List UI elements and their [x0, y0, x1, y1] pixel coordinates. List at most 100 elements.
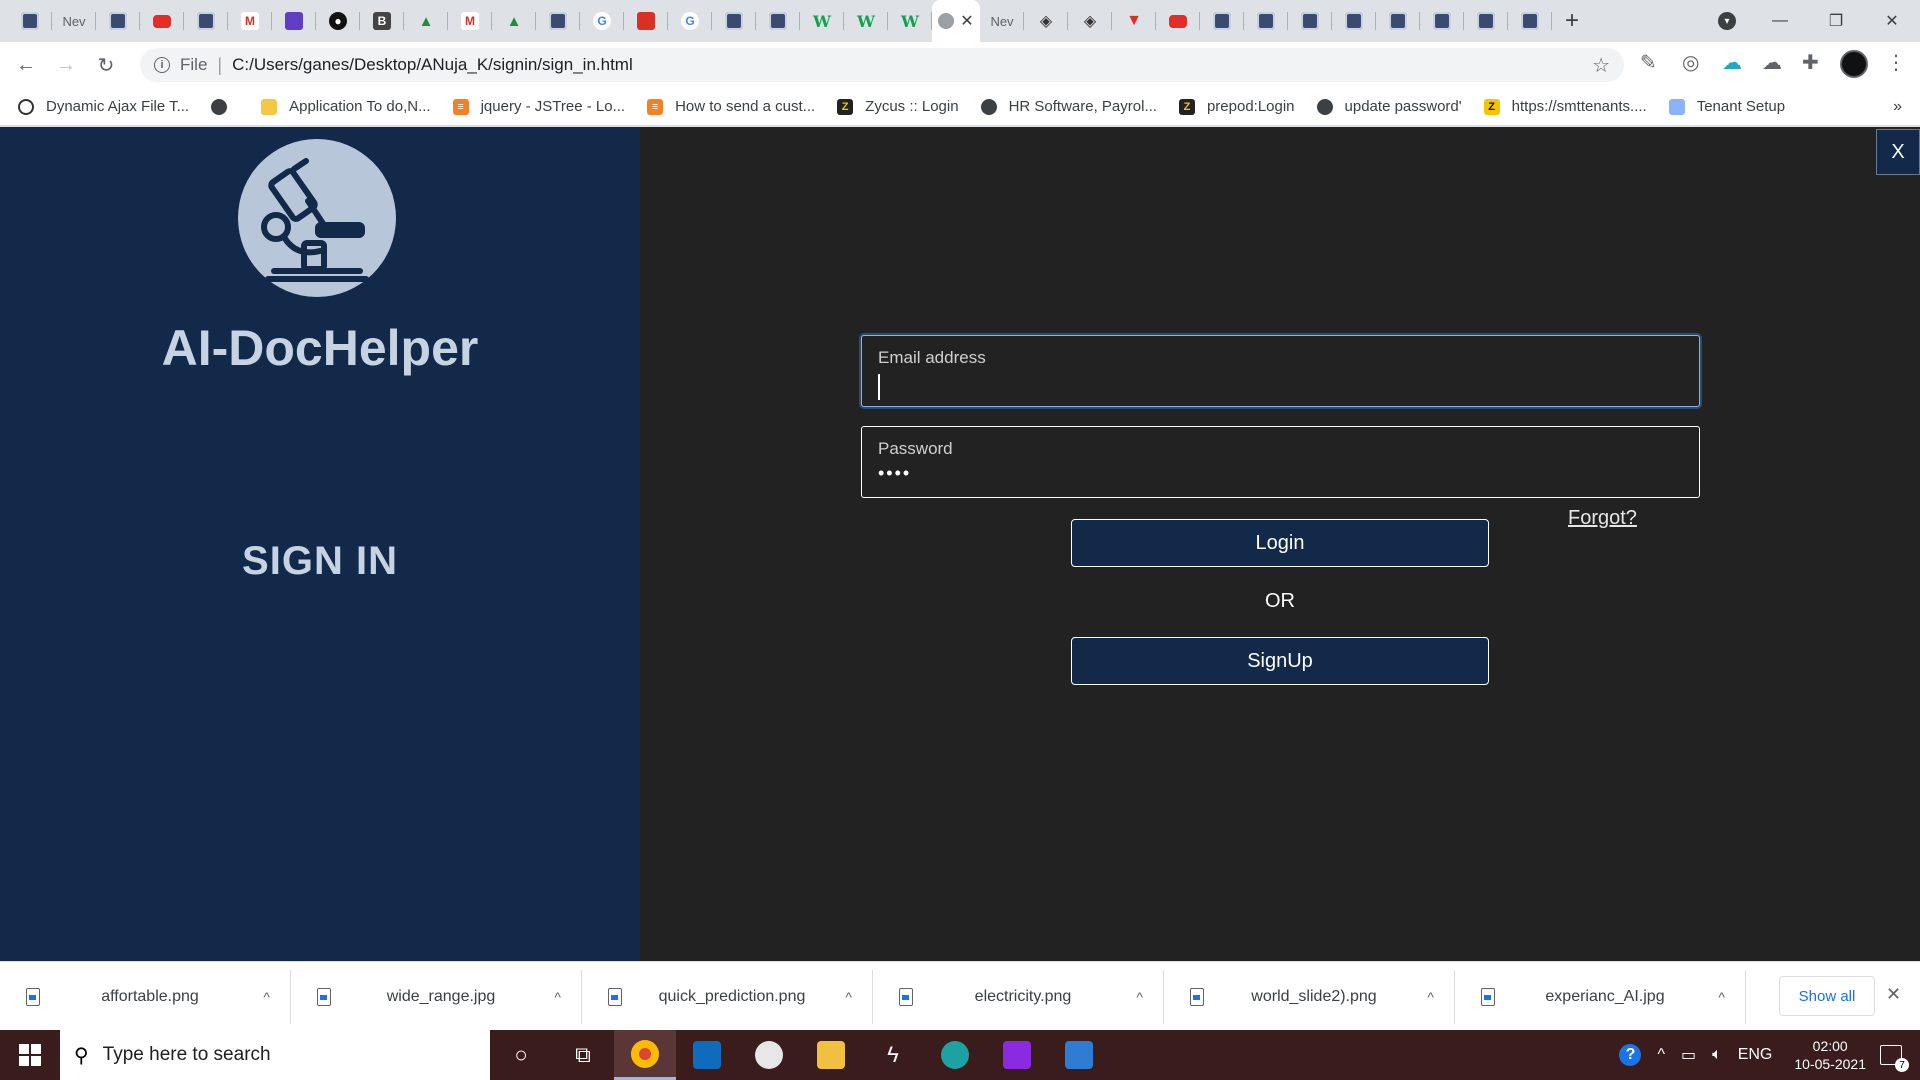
- browser-tab[interactable]: [1156, 0, 1200, 42]
- browser-tab[interactable]: ◈: [1024, 0, 1068, 42]
- browser-tab[interactable]: [624, 0, 668, 42]
- browser-tab[interactable]: ▼: [1112, 0, 1156, 42]
- start-button[interactable]: [0, 1030, 60, 1080]
- tab-search-icon[interactable]: ▾: [1718, 12, 1736, 30]
- browser-tab[interactable]: [1508, 0, 1552, 42]
- paint-taskbar-icon[interactable]: [738, 1030, 800, 1080]
- back-icon[interactable]: ←: [6, 54, 46, 77]
- password-field[interactable]: Password ••••: [861, 426, 1700, 498]
- task-view-icon[interactable]: ⧉: [552, 1030, 614, 1080]
- help-icon[interactable]: ?: [1619, 1044, 1642, 1066]
- cloud-blue-extension-icon[interactable]: ☁: [1722, 50, 1742, 75]
- bookmark-item[interactable]: ≡ jquery - JSTree - Lo...: [452, 98, 625, 115]
- cloud-extension-icon[interactable]: ☁: [1762, 50, 1782, 75]
- browser-tab[interactable]: [536, 0, 580, 42]
- browser-tab[interactable]: [1464, 0, 1508, 42]
- chevron-up-icon[interactable]: ^: [1718, 989, 1725, 1005]
- chevron-up-icon[interactable]: ^: [1136, 989, 1143, 1005]
- login-button[interactable]: Login: [1071, 519, 1489, 567]
- browser-tab[interactable]: [1376, 0, 1420, 42]
- restore-icon[interactable]: ❐: [1808, 11, 1864, 31]
- bookmark-item[interactable]: Application To do,N...: [261, 98, 431, 115]
- browser-tab[interactable]: ▲: [404, 0, 448, 42]
- browser-menu-icon[interactable]: ⋮: [1886, 50, 1906, 75]
- browser-tab[interactable]: W: [888, 0, 932, 42]
- cortana-icon[interactable]: ○: [490, 1030, 552, 1080]
- extensions-puzzle-icon[interactable]: ✚: [1802, 50, 1819, 75]
- visual-studio-taskbar-icon[interactable]: [986, 1030, 1048, 1080]
- browser-tab[interactable]: [272, 0, 316, 42]
- browser-tab[interactable]: B: [360, 0, 404, 42]
- browser-tab[interactable]: W: [800, 0, 844, 42]
- email-field[interactable]: Email address: [861, 335, 1700, 407]
- taskbar-search[interactable]: ⚲ Type here to search: [60, 1030, 490, 1080]
- browser-tab[interactable]: ✕: [932, 0, 980, 42]
- browser-tab[interactable]: [1420, 0, 1464, 42]
- circle-extension-icon[interactable]: ◎: [1682, 50, 1699, 75]
- forgot-password-link[interactable]: Forgot?: [1568, 507, 1637, 530]
- reload-icon[interactable]: ↻: [86, 53, 126, 78]
- file-explorer-taskbar-icon[interactable]: [800, 1030, 862, 1080]
- close-window-icon[interactable]: ✕: [1864, 11, 1920, 31]
- bookmark-item[interactable]: Z Zycus :: Login: [837, 98, 959, 115]
- forward-icon[interactable]: →: [46, 54, 86, 77]
- browser-tab[interactable]: [96, 0, 140, 42]
- browser-tab[interactable]: [1200, 0, 1244, 42]
- photos-taskbar-icon[interactable]: [1048, 1030, 1110, 1080]
- address-url[interactable]: C:/Users/ganes/Desktop/ANuja_K/signin/si…: [232, 55, 633, 75]
- eyedropper-extension-icon[interactable]: ✎: [1640, 50, 1657, 75]
- browser-tab[interactable]: [1332, 0, 1376, 42]
- sublime-taskbar-icon[interactable]: ϟ: [862, 1030, 924, 1080]
- battery-icon[interactable]: ▭: [1681, 1045, 1696, 1065]
- download-item[interactable]: wide_range.jpg ^: [291, 969, 582, 1024]
- browser-tab[interactable]: ◈: [1068, 0, 1112, 42]
- new-tab-button[interactable]: +: [1552, 0, 1592, 42]
- browser-tab[interactable]: G: [668, 0, 712, 42]
- close-downloads-icon[interactable]: ✕: [1886, 984, 1901, 1005]
- browser-tab[interactable]: M: [228, 0, 272, 42]
- chevron-up-icon[interactable]: ^: [263, 989, 270, 1005]
- info-icon[interactable]: i: [154, 57, 170, 73]
- bookmark-star-icon[interactable]: ☆: [1592, 53, 1610, 78]
- edge-taskbar-icon[interactable]: [924, 1030, 986, 1080]
- chevron-up-icon[interactable]: ^: [554, 989, 561, 1005]
- download-item[interactable]: world_slide2).png ^: [1164, 969, 1455, 1024]
- notification-icon[interactable]: 7: [1880, 1045, 1909, 1072]
- bookmark-item[interactable]: update password': [1316, 98, 1462, 115]
- browser-tab[interactable]: W: [844, 0, 888, 42]
- bookmark-item[interactable]: ≡ How to send a cust...: [647, 98, 815, 115]
- browser-tab[interactable]: [1244, 0, 1288, 42]
- download-item[interactable]: affortable.png ^: [0, 969, 291, 1024]
- browser-tab[interactable]: Nev: [980, 0, 1024, 42]
- mail-taskbar-icon[interactable]: [676, 1030, 738, 1080]
- bookmark-item[interactable]: HR Software, Payrol...: [980, 98, 1157, 115]
- bookmark-item[interactable]: Tenant Setup: [1668, 98, 1785, 115]
- bookmark-item[interactable]: Zhttps://smttenants....: [1483, 98, 1647, 115]
- address-bar[interactable]: i File | C:/Users/ganes/Desktop/ANuja_K/…: [140, 48, 1624, 82]
- bookmark-item[interactable]: [211, 98, 239, 115]
- browser-tab[interactable]: [712, 0, 756, 42]
- browser-tab[interactable]: [184, 0, 228, 42]
- browser-tab[interactable]: [140, 0, 184, 42]
- show-all-button[interactable]: Show all: [1779, 976, 1875, 1016]
- download-item[interactable]: electricity.png ^: [873, 969, 1164, 1024]
- browser-tab[interactable]: [8, 0, 52, 42]
- chrome-taskbar-icon[interactable]: [614, 1030, 676, 1080]
- close-button[interactable]: X: [1876, 129, 1920, 175]
- browser-tab[interactable]: G: [580, 0, 624, 42]
- download-item[interactable]: quick_prediction.png ^: [582, 969, 873, 1024]
- download-item[interactable]: experianc_AI.jpg ^: [1455, 969, 1746, 1024]
- browser-tab[interactable]: ▲: [492, 0, 536, 42]
- chevron-up-icon[interactable]: ^: [845, 989, 852, 1005]
- bookmark-item[interactable]: Zprepod:Login: [1178, 98, 1295, 115]
- profile-avatar[interactable]: [1840, 50, 1868, 78]
- browser-tab[interactable]: ●: [316, 0, 360, 42]
- tray-expand-icon[interactable]: ^: [1657, 1046, 1665, 1064]
- volume-icon[interactable]: 🔈︎: [1712, 1046, 1722, 1064]
- browser-tab[interactable]: Nev: [52, 0, 96, 42]
- minimize-icon[interactable]: —: [1752, 12, 1808, 30]
- clock[interactable]: 02:00 10-05-2021: [1794, 1037, 1866, 1073]
- browser-tab[interactable]: [756, 0, 800, 42]
- tab-close-icon[interactable]: ✕: [960, 11, 973, 31]
- browser-tab[interactable]: M: [448, 0, 492, 42]
